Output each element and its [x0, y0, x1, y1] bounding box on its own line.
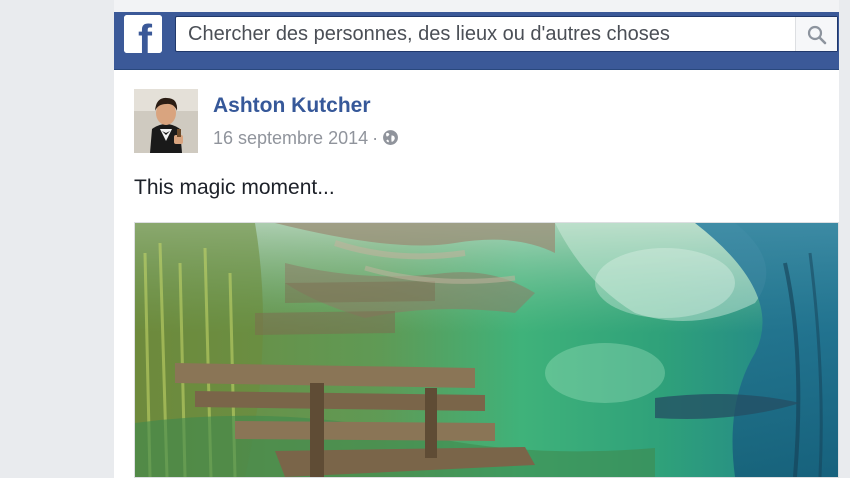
logo-letter: f	[138, 16, 153, 53]
post-text: This magic moment...	[134, 176, 335, 199]
left-margin	[0, 0, 114, 478]
globe-icon[interactable]	[382, 129, 399, 151]
search-icon	[807, 25, 827, 45]
top-strip	[114, 0, 839, 12]
top-navigation-bar: f	[114, 12, 839, 70]
facebook-page: f Chercher des personnes, des lieux ou d…	[0, 0, 850, 478]
post-meta: 16 septembre 2014 ·	[213, 128, 399, 152]
news-feed-post: Ashton Kutcher 16 septembre 2014 · This m…	[114, 70, 839, 478]
meta-separator: ·	[372, 128, 379, 148]
search-button[interactable]	[795, 17, 837, 51]
search-box	[175, 16, 838, 52]
post-timestamp[interactable]: 16 septembre 2014	[213, 128, 368, 148]
facebook-logo-icon[interactable]: f	[124, 15, 162, 53]
post-photo[interactable]	[134, 222, 839, 478]
post-author-name[interactable]: Ashton Kutcher	[213, 94, 371, 118]
avatar[interactable]	[134, 89, 198, 153]
search-input[interactable]	[176, 17, 794, 51]
right-margin	[839, 0, 850, 478]
